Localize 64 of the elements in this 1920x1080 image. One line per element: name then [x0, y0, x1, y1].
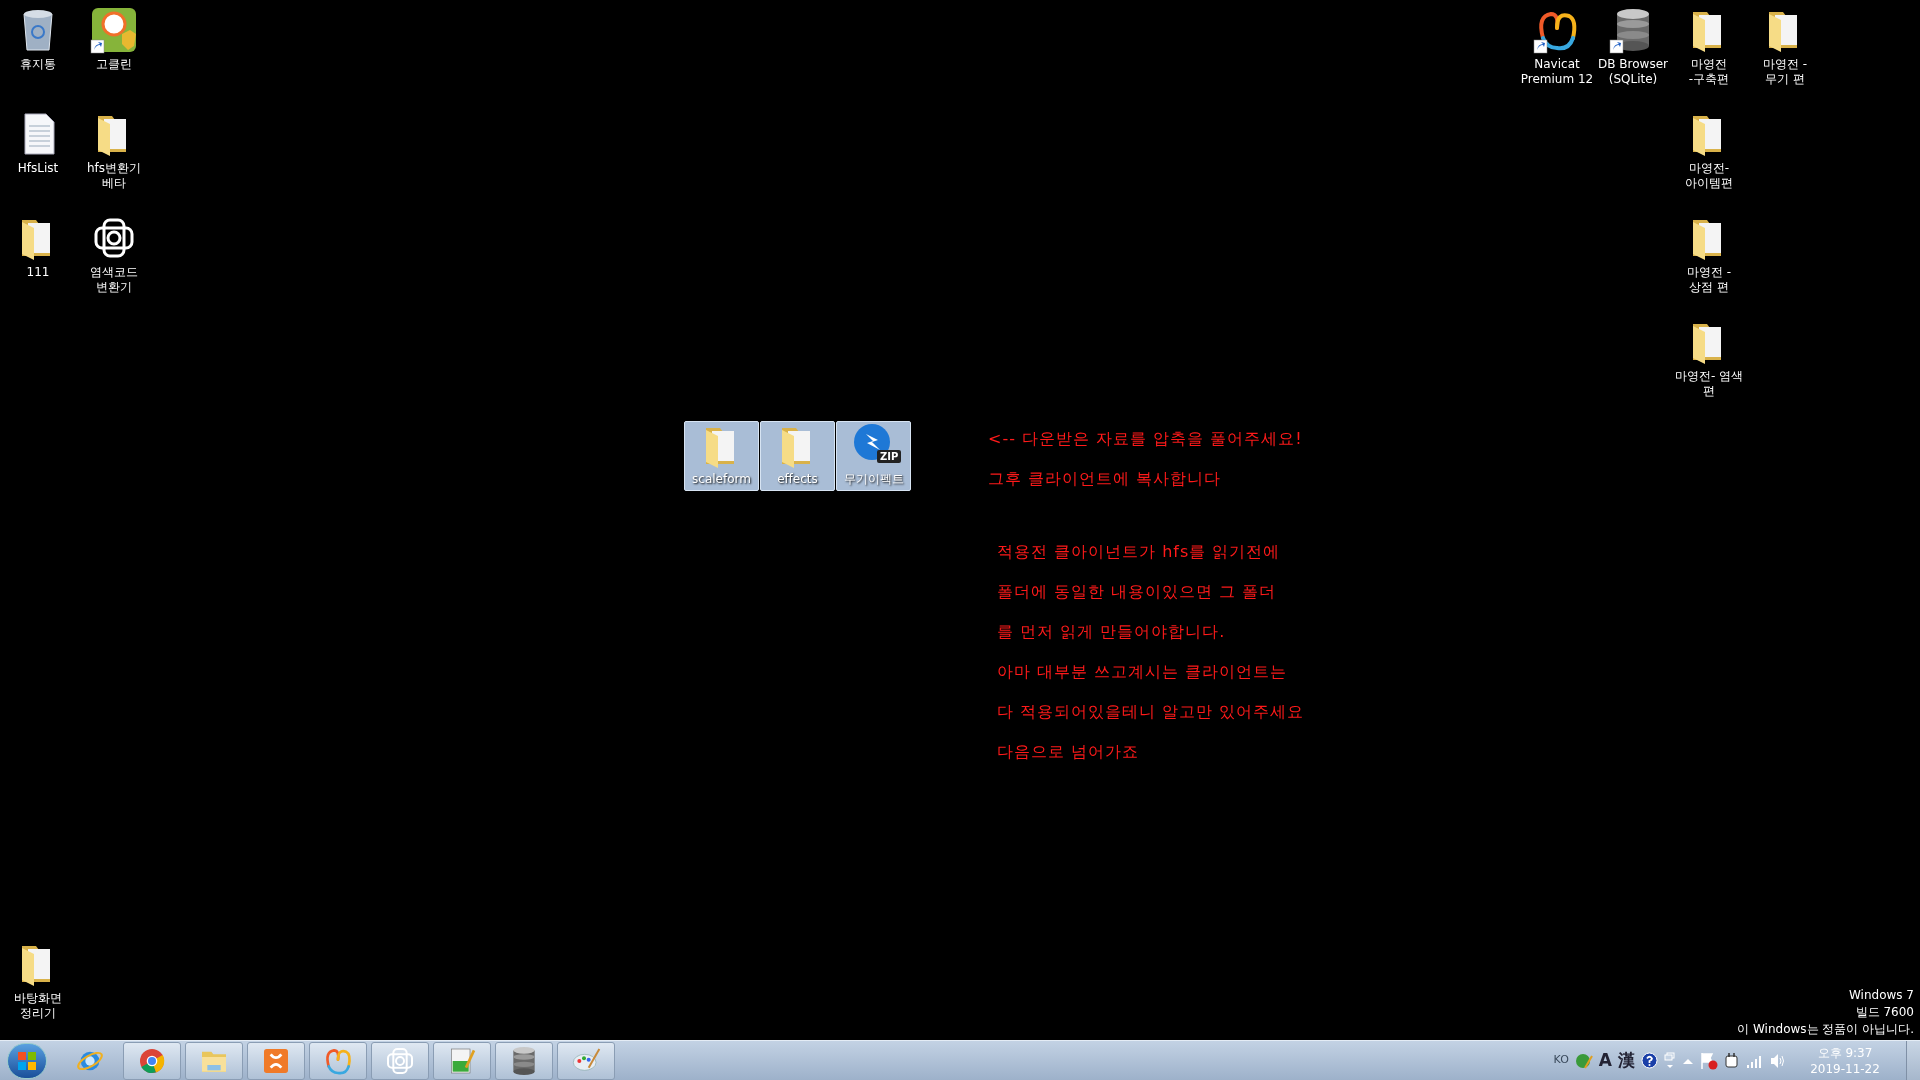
database-icon [513, 1046, 535, 1075]
instruction-text: 그후 클라이언트에 복사합니다 [988, 469, 1223, 489]
note-text: 다 적용되어있을테니 알고만 있어주세요 [997, 702, 1305, 722]
language-indicator[interactable]: KO [1553, 1052, 1569, 1069]
notepad-icon [451, 1048, 476, 1073]
help-icon[interactable] [1641, 1052, 1658, 1069]
power-plug-icon[interactable] [1724, 1051, 1740, 1070]
window-restore-icon[interactable] [1664, 1051, 1676, 1070]
folder-icon [705, 428, 734, 468]
icon-label[interactable]: 마영전- 염색 편 [1674, 369, 1744, 399]
start-button[interactable] [7, 1042, 47, 1079]
icon-label: effects [777, 472, 818, 487]
globe-pencil-icon[interactable] [1574, 1051, 1593, 1070]
taskbar-button[interactable] [371, 1041, 429, 1080]
note-text: 를 먼저 읽게 만들어야합니다. [997, 622, 1227, 642]
app-logo-icon [264, 1048, 288, 1073]
folder-icon [781, 428, 810, 468]
instruction-text: <-- 다운받은 자료를 압축을 풀어주세요! [988, 429, 1303, 449]
folder-icon [202, 1051, 226, 1072]
note-text: 폴더에 동일한 내용이있으면 그 폴더 [997, 582, 1278, 602]
zip-badge: ZIP [877, 450, 902, 463]
chrome-icon [140, 1048, 165, 1073]
note-text: 아마 대부분 쓰고계시는 클라이언트는 [997, 662, 1289, 682]
signal-bars-icon[interactable] [1746, 1053, 1764, 1068]
clock-date: 2019-11-22 [1810, 1060, 1880, 1077]
taskbar-button[interactable] [309, 1041, 367, 1080]
icon-label[interactable]: 111 [26, 265, 50, 280]
show-desktop-button[interactable] [1906, 1041, 1920, 1080]
icon-label[interactable]: 염색코드 변환기 [90, 265, 138, 295]
windows-logo-icon [17, 1050, 37, 1071]
icon-label[interactable]: HfsList [17, 161, 59, 176]
flag-icon[interactable] [1700, 1051, 1718, 1070]
icon-label[interactable]: 휴지통 [20, 57, 56, 72]
taskbar-button[interactable] [247, 1041, 305, 1080]
browser-e-icon [77, 1051, 103, 1070]
ring-logo-icon [326, 1048, 351, 1075]
icon-label[interactable]: 바탕화면 정리기 [14, 991, 62, 1021]
taskbar-button[interactable] [123, 1041, 181, 1080]
ime-mode-indicator[interactable]: 漢 [1618, 1047, 1635, 1074]
icon-label[interactable]: DB Browser (SQLite) [1598, 57, 1668, 87]
speaker-icon[interactable] [1770, 1052, 1786, 1069]
icon-label[interactable]: 마영전 - 상점 편 [1686, 265, 1732, 295]
note-text: 적용전 클아이넌트가 hfs를 읽기전에 [997, 542, 1282, 562]
icon-label[interactable]: hfs변환기 베타 [86, 161, 142, 191]
file-tile[interactable]: ZIP 무기이펙트 [836, 421, 911, 491]
icon-label[interactable]: Navicat Premium 12 [1520, 57, 1594, 87]
ime-mode-indicator[interactable]: A [1598, 1047, 1612, 1074]
note-text: 다음으로 넘어가죠 [997, 742, 1141, 762]
icon-label: 무기이펙트 [843, 472, 904, 487]
taskbar-button[interactable] [495, 1041, 553, 1080]
icon-label[interactable]: 마영전 - 무기 편 [1762, 57, 1808, 87]
icon-label[interactable]: 마영전 -구축편 [1688, 57, 1730, 87]
icon-label[interactable]: 마영전- 아이템편 [1685, 161, 1733, 191]
tray-expand-icon[interactable] [1682, 1056, 1694, 1065]
os-notice-text: Windows 7 [1849, 987, 1914, 1004]
taskbar-button[interactable] [557, 1041, 615, 1080]
taskbar-button[interactable] [433, 1041, 491, 1080]
icon-label[interactable]: 고클린 [96, 57, 132, 72]
os-notice-text: 이 Windows는 정품이 아닙니다. [1737, 1021, 1914, 1038]
knot-icon [387, 1047, 413, 1074]
os-notice-text: 빌드 7600 [1855, 1004, 1914, 1021]
clock-time: 오후 9:37 [1817, 1044, 1873, 1061]
icon-label: scaleform [692, 472, 751, 487]
palette-icon [573, 1047, 601, 1071]
